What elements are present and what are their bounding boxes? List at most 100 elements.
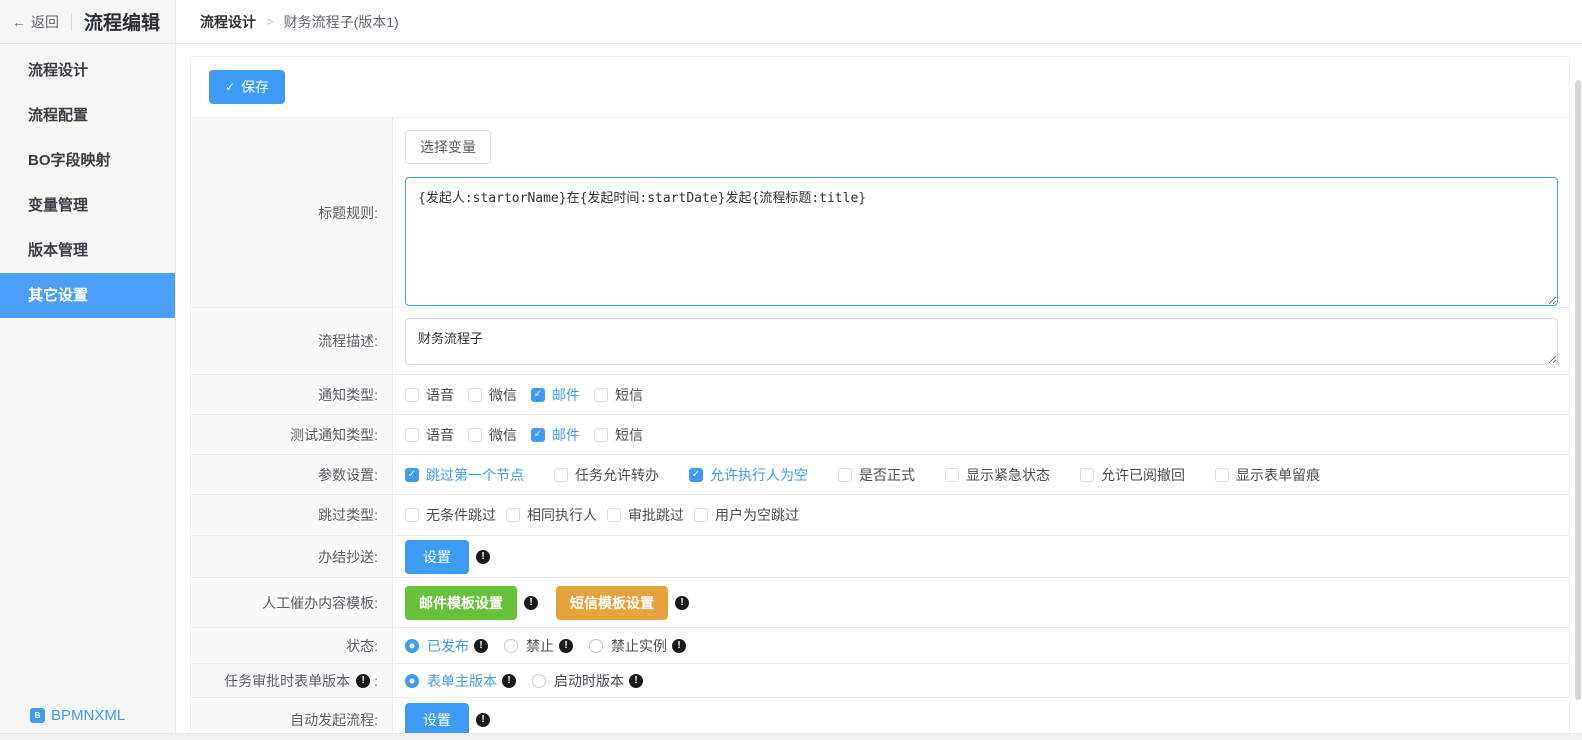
checkbox-option[interactable]: 是否正式 <box>838 465 915 485</box>
radio-icon[interactable] <box>405 674 419 688</box>
finish-cc-set-button[interactable]: 设置 <box>405 540 469 574</box>
row-reminder-template: 人工催办内容模板: 邮件模板设置 ! 短信模板设置 ! <box>191 578 1569 628</box>
info-badge: ! <box>524 596 538 610</box>
save-button[interactable]: ✓ 保存 <box>209 70 285 104</box>
checkbox-label: 微信 <box>489 385 517 405</box>
description-label: 流程描述: <box>318 331 378 351</box>
sms-template-button[interactable]: 短信模板设置 <box>556 586 668 620</box>
checkbox-option[interactable]: 审批跳过 <box>607 505 684 525</box>
checkbox-icon[interactable] <box>1080 468 1094 482</box>
checkbox-icon[interactable]: ✓ <box>405 468 419 482</box>
checkbox-label: 无条件跳过 <box>426 505 496 525</box>
breadcrumb-section[interactable]: 流程设计 <box>200 12 256 32</box>
checkbox-icon[interactable] <box>405 508 419 522</box>
checkbox-option[interactable]: 允许已阅撤回 <box>1080 465 1185 485</box>
sidebar-item-BO字段映射[interactable]: BO字段映射 <box>0 138 175 183</box>
checkbox-icon[interactable]: ✓ <box>689 468 703 482</box>
checkbox-icon[interactable] <box>506 508 520 522</box>
status-radio-group: 已发布!禁止!禁止实例! <box>393 628 1569 663</box>
header-divider <box>71 13 72 31</box>
title-rule-textarea[interactable]: {发起人:startorName}在{发起时间:startDate}发起{流程标… <box>405 177 1558 306</box>
checkbox-option[interactable]: 显示表单留痕 <box>1215 465 1320 485</box>
info-badge: ! <box>474 639 488 653</box>
checkbox-option[interactable]: 短信 <box>594 425 643 445</box>
checkbox-icon[interactable]: ✓ <box>531 428 545 442</box>
description-textarea[interactable]: 财务流程子 <box>405 318 1558 365</box>
radio-label: 禁止 <box>526 636 554 656</box>
checkbox-label: 邮件 <box>552 385 580 405</box>
checkbox-label: 跳过第一个节点 <box>426 465 524 485</box>
breadcrumb-separator-icon: > <box>266 14 274 29</box>
radio-label: 已发布 <box>427 636 469 656</box>
radio-icon[interactable] <box>504 639 518 653</box>
radio-option[interactable]: 表单主版本! <box>405 671 516 691</box>
radio-option[interactable]: 启动时版本! <box>532 671 643 691</box>
label-colon: : <box>374 673 378 689</box>
checkbox-icon[interactable] <box>607 508 621 522</box>
sidebar-header: ← 返回 流程编辑 <box>0 0 175 44</box>
field-label: 状态: <box>191 628 393 663</box>
info-badge: ! <box>672 639 686 653</box>
field-label: 办结抄送: <box>191 536 393 577</box>
checkbox-icon[interactable] <box>405 388 419 402</box>
email-template-button[interactable]: 邮件模板设置 <box>405 586 517 620</box>
field-content: 设置 ! <box>393 536 1569 577</box>
sidebar-item-流程设计[interactable]: 流程设计 <box>0 48 175 93</box>
settings-form: 标题规则: 选择变量 {发起人:startorName}在{发起时间:start… <box>191 118 1569 740</box>
breadcrumb-current: 财务流程子(版本1) <box>284 12 399 32</box>
checkbox-option[interactable]: ✓允许执行人为空 <box>689 465 808 485</box>
checkbox-label: 任务允许转办 <box>575 465 659 485</box>
horizontal-scrollbar-track[interactable] <box>0 733 1582 740</box>
checkbox-icon[interactable] <box>594 428 608 442</box>
checkbox-icon[interactable] <box>594 388 608 402</box>
checkbox-option[interactable]: 用户为空跳过 <box>694 505 799 525</box>
radio-option[interactable]: 禁止! <box>504 636 573 656</box>
checkbox-option[interactable]: 无条件跳过 <box>405 505 496 525</box>
radio-icon[interactable] <box>405 639 419 653</box>
field-content: 邮件模板设置 ! 短信模板设置 ! <box>393 578 1569 627</box>
checkbox-icon[interactable] <box>945 468 959 482</box>
form-version-label: 任务审批时表单版本 <box>224 671 350 691</box>
param-settings-label: 参数设置: <box>318 465 378 485</box>
notify-type-label: 通知类型: <box>318 385 378 405</box>
checkbox-icon[interactable] <box>1215 468 1229 482</box>
checkbox-option[interactable]: 语音 <box>405 425 454 445</box>
checkbox-icon[interactable] <box>468 388 482 402</box>
checkbox-icon[interactable]: ✓ <box>531 388 545 402</box>
checkbox-option[interactable]: ✓ 跳过第一个节点 <box>405 465 524 485</box>
main-area: 流程设计 > 财务流程子(版本1) ✓ 保存 标题规则: <box>176 0 1582 740</box>
sidebar-item-变量管理[interactable]: 变量管理 <box>0 183 175 228</box>
checkbox-option[interactable]: 微信 <box>468 385 517 405</box>
radio-icon[interactable] <box>532 674 546 688</box>
checkbox-option[interactable]: 短信 <box>594 385 643 405</box>
checkbox-option[interactable]: ✓邮件 <box>531 425 580 445</box>
choose-variable-button[interactable]: 选择变量 <box>405 130 491 164</box>
checkbox-label: 相同执行人 <box>527 505 597 525</box>
checkbox-icon[interactable] <box>554 468 568 482</box>
radio-icon[interactable] <box>589 639 603 653</box>
checkbox-option[interactable]: 语音 <box>405 385 454 405</box>
radio-option[interactable]: 禁止实例! <box>589 636 686 656</box>
checkbox-option[interactable]: 相同执行人 <box>506 505 597 525</box>
checkbox-option[interactable]: 任务允许转办 <box>554 465 659 485</box>
checkbox-label: 显示紧急状态 <box>966 465 1050 485</box>
sidebar-item-版本管理[interactable]: 版本管理 <box>0 228 175 273</box>
sidebar-item-其它设置[interactable]: 其它设置 <box>0 273 175 318</box>
checkbox-option[interactable]: 微信 <box>468 425 517 445</box>
checkbox-option[interactable]: ✓ 邮件 <box>531 385 580 405</box>
checkbox-label: 语音 <box>426 425 454 445</box>
back-button[interactable]: ← 返回 <box>12 12 59 32</box>
auto-start-set-button[interactable]: 设置 <box>405 703 469 737</box>
radio-label: 表单主版本 <box>427 671 497 691</box>
bpmnxml-link[interactable]: B BPMNXML <box>30 707 125 724</box>
field-label: 任务审批时表单版本 ! : <box>191 664 393 697</box>
checkbox-icon[interactable] <box>405 428 419 442</box>
checkbox-icon[interactable] <box>694 508 708 522</box>
vertical-scrollbar[interactable] <box>1575 80 1581 700</box>
checkbox-option[interactable]: 显示紧急状态 <box>945 465 1050 485</box>
checkbox-icon[interactable] <box>468 428 482 442</box>
radio-option[interactable]: 已发布! <box>405 636 488 656</box>
checkbox-icon[interactable] <box>838 468 852 482</box>
bpmnxml-label: BPMNXML <box>51 707 125 724</box>
sidebar-item-流程配置[interactable]: 流程配置 <box>0 93 175 138</box>
